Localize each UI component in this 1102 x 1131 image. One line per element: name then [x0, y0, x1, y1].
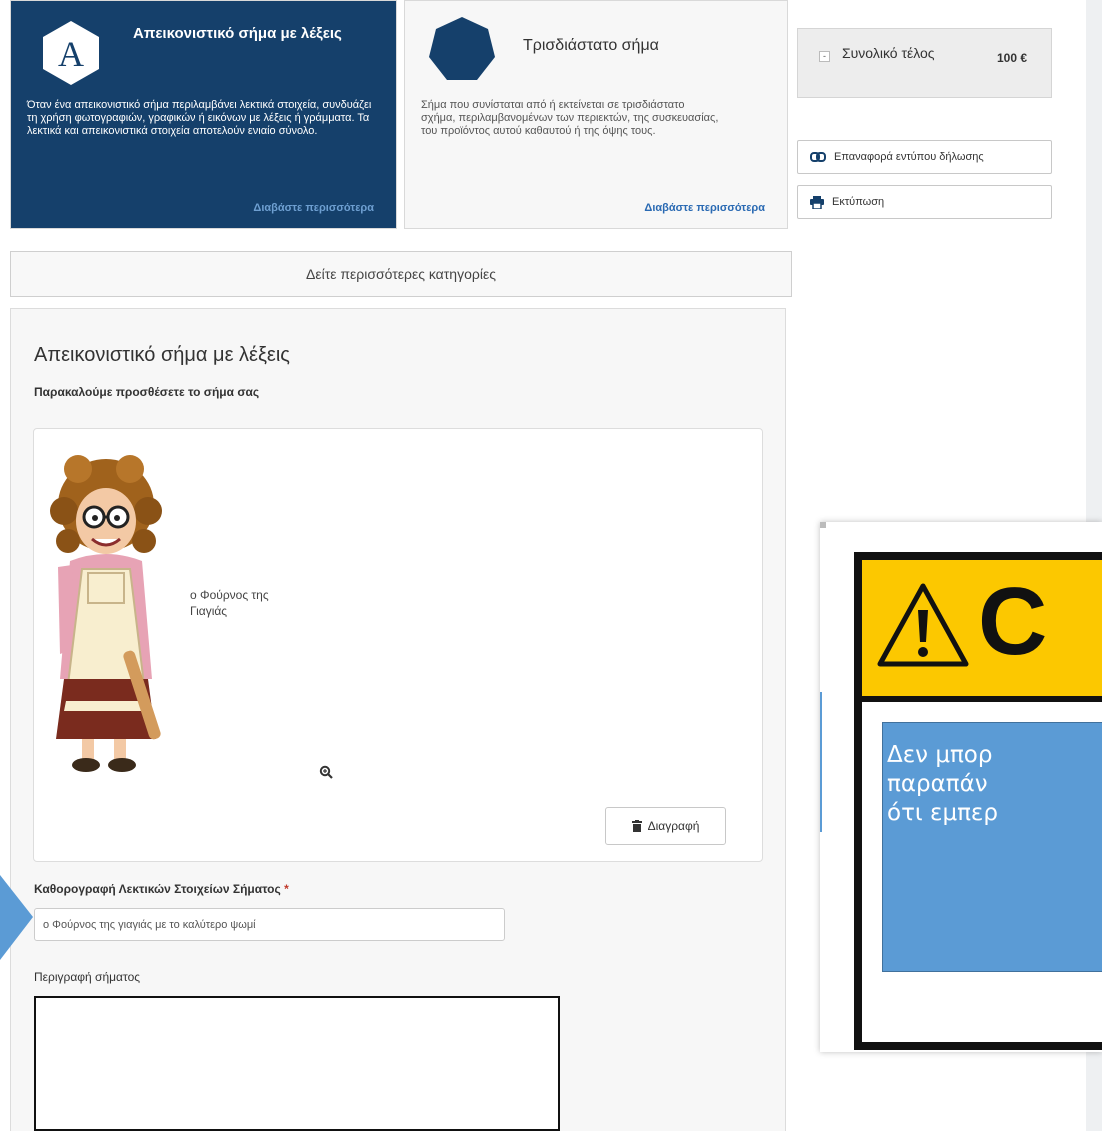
warning-message: Δεν μπορ παραπάν ότι εμπερ	[887, 742, 998, 826]
read-more-link[interactable]: Διαβάστε περισσότερα	[253, 202, 374, 214]
delete-image-button[interactable]: Διαγραφή	[605, 807, 726, 845]
description-label: Περιγραφή σήματος	[34, 970, 141, 984]
form-subtitle: Παρακαλούμε προσθέσετε το σήμα σας	[34, 385, 260, 399]
total-fee-amount: 100 €	[996, 51, 1027, 65]
warning-banner: C	[862, 560, 1102, 696]
total-fee-label: Συνολικό τέλος	[842, 45, 935, 61]
category-title: Τρισδιάστατο σήμα	[523, 37, 659, 54]
mark-description-textarea[interactable]	[34, 996, 560, 1131]
restore-form-button[interactable]: Επαναφορά εντύπου δήλωσης	[797, 140, 1052, 174]
overlay-corner-mark	[820, 522, 826, 528]
heptagon-icon	[429, 17, 495, 80]
total-fee-box: - Συνολικό τέλος 100 €	[797, 28, 1052, 98]
image-preview-box: ο Φούρνος της Γιαγιάς Διαγραφή	[33, 428, 763, 862]
verbal-elements-input[interactable]	[34, 908, 505, 941]
verbal-elements-label: Καθορογραφή Λεκτικών Στοιχείων Σήματος *	[34, 882, 289, 896]
category-title: Απεικονιστικό σήμα με λέξεις	[133, 25, 342, 42]
more-categories-button[interactable]: Δείτε περισσότερες κατηγορίες	[10, 251, 792, 297]
zoom-icon[interactable]	[319, 765, 333, 779]
collapse-toggle[interactable]: -	[819, 51, 830, 62]
print-button[interactable]: Εκτύπωση	[797, 185, 1052, 219]
category-description: Όταν ένα απεικονιστικό σήμα περιλαμβάνει…	[27, 99, 372, 137]
category-card-figurative-words[interactable]: A Απεικονιστικό σήμα με λέξεις Όταν ένα …	[10, 0, 397, 229]
category-card-3d[interactable]: Τρισδιάστατο σήμα Σήμα που συνίσταται απ…	[404, 0, 788, 229]
warning-triangle-icon	[877, 583, 969, 667]
svg-text:A: A	[58, 34, 84, 74]
image-caption: ο Φούρνος της Γιαγιάς	[190, 588, 269, 618]
warning-message-box: Δεν μπορ παραπάν ότι εμπερ	[882, 722, 1102, 972]
printer-icon	[810, 195, 824, 209]
required-mark: *	[284, 882, 289, 896]
warning-word: C	[978, 568, 1048, 675]
form-title: Απεικονιστικό σήμα με λέξεις	[34, 344, 290, 366]
letter-a-icon: A	[43, 21, 99, 85]
trash-icon	[631, 820, 642, 832]
category-description: Σήμα που συνίσταται από ή εκτείνεται σε …	[421, 99, 719, 137]
read-more-link[interactable]: Διαβάστε περισσότερα	[644, 202, 765, 214]
warning-side-bar	[820, 692, 822, 832]
link-icon	[810, 152, 826, 162]
callout-arrow	[0, 875, 33, 960]
warning-overlay: C Δεν μπορ παραπάν ότι εμπερ	[820, 522, 1102, 1052]
grandma-baker-image	[50, 455, 162, 772]
